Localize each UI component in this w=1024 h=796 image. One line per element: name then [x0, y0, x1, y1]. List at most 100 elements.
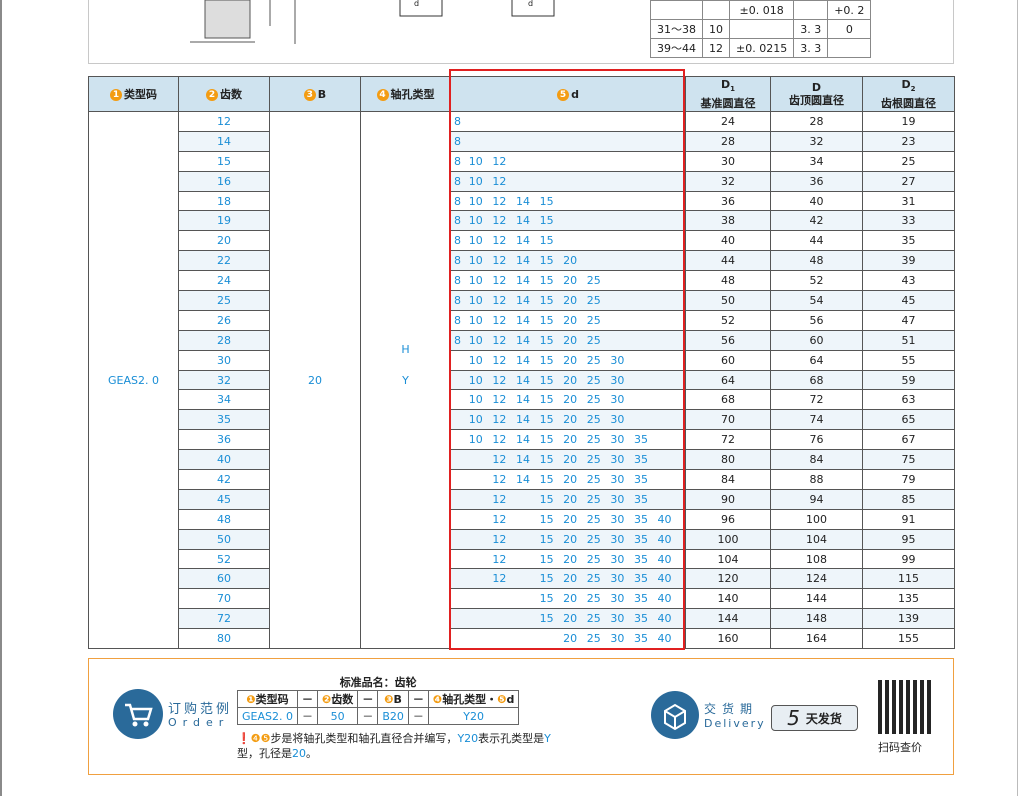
note-code: Y20: [457, 732, 479, 745]
diameter-d2-cell: 59: [862, 369, 955, 391]
tolerance-cell: 0: [827, 19, 872, 39]
teeth-cell: 80: [178, 628, 270, 650]
example-header-label: 齿数: [331, 693, 354, 706]
teeth-cell: 18: [178, 190, 270, 212]
diameter-d-cell: 56: [770, 309, 863, 331]
tolerance-cell: 31～38: [650, 19, 703, 39]
header-D: D 齿顶圆直径: [770, 76, 863, 112]
example-header-label: B: [393, 692, 402, 706]
teeth-cell: 30: [178, 349, 270, 371]
tolerance-cell: ±0. 0215: [728, 38, 795, 58]
diameter-d2-cell: 35: [862, 230, 955, 252]
header-label: 基准圆直径: [700, 96, 756, 110]
diameter-d2-cell: 33: [862, 210, 955, 232]
example-b-value: B20: [377, 707, 409, 725]
diameter-d1-cell: 36: [685, 190, 771, 212]
diameter-d2-cell: 95: [862, 528, 955, 550]
header-symbol: D: [901, 78, 911, 92]
diameter-d1-cell: 50: [685, 290, 771, 311]
tolerance-cell: [650, 0, 703, 20]
diameter-d1-cell: 40: [685, 230, 771, 252]
diameter-d1-cell: 144: [685, 608, 771, 630]
diameter-d1-cell: 84: [685, 469, 771, 490]
bore-drawing-h: [399, 0, 443, 17]
qr-label: 扫码查价: [878, 741, 922, 754]
teeth-cell: 12: [178, 111, 270, 132]
diameter-d2-cell: 25: [862, 150, 955, 172]
type-code-cell: GEAS2. 0: [88, 110, 179, 650]
diameter-d-cell: 100: [770, 508, 863, 530]
teeth-cell: 36: [178, 429, 270, 451]
diameter-d-cell: 84: [770, 449, 863, 471]
bore-type-y: Y: [402, 374, 409, 388]
tolerance-row: 39～44 12 ±0. 0215 3. 3: [650, 38, 872, 58]
example-type-value: GEAS2. 0: [237, 707, 298, 725]
separator: －: [296, 707, 318, 725]
warning-icon: ❗: [237, 732, 251, 745]
diameter-d1-cell: 68: [685, 389, 771, 411]
diameter-d2-cell: 67: [862, 429, 955, 451]
diameter-d1-cell: 28: [685, 130, 771, 152]
separator: －: [357, 690, 379, 708]
header-type-code: 1 类型码: [88, 76, 179, 112]
qr-code-icon[interactable]: [878, 680, 932, 734]
tolerance-cell: [702, 0, 730, 20]
diameter-d1-cell: 140: [685, 588, 771, 610]
diameter-d-cell: 72: [770, 389, 863, 411]
diameter-d-cell: 104: [770, 528, 863, 550]
header-label: 轴孔类型: [390, 88, 435, 101]
delivery-days-badge: 5 天发货: [771, 705, 858, 731]
delivery-days: 5: [787, 706, 800, 730]
diameter-d-cell: 54: [770, 290, 863, 311]
diameter-d-cell: 74: [770, 409, 863, 431]
diameter-d-cell: 68: [770, 369, 863, 391]
diameter-d-cell: 108: [770, 548, 863, 570]
header-b: 3B: [269, 76, 361, 112]
teeth-cell: 40: [178, 449, 270, 471]
tolerance-table: ±0. 018 +0. 2 31～38 10 3. 3 0 39～44 12 ±0. 0215 3…: [650, 0, 872, 58]
header-label: 齿根圆直径: [881, 96, 936, 110]
example-header-b: ❸B: [377, 690, 409, 708]
diameter-d2-cell: 91: [862, 508, 955, 530]
diameter-d2-cell: 51: [862, 329, 955, 351]
bore-h-label: d: [414, 0, 420, 8]
teeth-cell: 28: [178, 329, 270, 351]
diameter-d2-cell: 47: [862, 309, 955, 331]
example-header-type: ❶类型码: [237, 690, 298, 708]
teeth-cell: 25: [178, 290, 270, 311]
diameter-d2-cell: 115: [862, 568, 955, 590]
diameter-d2-cell: 31: [862, 190, 955, 212]
header-d2: D2 齿根圆直径: [862, 76, 955, 112]
diameter-d1-cell: 32: [685, 170, 771, 192]
diameter-d-cell: 36: [770, 170, 863, 192]
diameter-d2-cell: 27: [862, 170, 955, 192]
diameter-d-cell: 76: [770, 429, 863, 451]
header-label: 类型码: [124, 88, 157, 101]
example-header-label: d: [506, 693, 515, 706]
diameter-d1-cell: 56: [685, 329, 771, 351]
circle-number-2: 2: [206, 89, 218, 101]
teeth-cell: 14: [178, 130, 270, 152]
teeth-cell: 45: [178, 488, 270, 510]
tolerance-cell: [793, 0, 829, 20]
note-text: 型，孔径是: [237, 747, 292, 760]
diameter-d1-cell: 120: [685, 568, 771, 590]
diameter-d2-cell: 135: [862, 588, 955, 610]
tolerance-cell: 39～44: [650, 38, 703, 58]
diameter-d-cell: 164: [770, 628, 863, 650]
diameter-d-cell: 144: [770, 588, 863, 610]
diameter-d1-cell: 100: [685, 528, 771, 550]
header-d1: D1 基准圆直径: [685, 76, 771, 112]
header-bore-type: 4 轴孔类型: [360, 76, 451, 112]
bore-drawing-y: [511, 0, 555, 17]
tolerance-row: ±0. 018 +0. 2: [650, 0, 872, 20]
diameter-d1-cell: 44: [685, 250, 771, 272]
example-header-label: 类型码: [255, 693, 289, 706]
header-label: 齿顶圆直径: [789, 94, 844, 107]
teeth-cell: 22: [178, 250, 270, 272]
diameter-d1-cell: 80: [685, 449, 771, 471]
tolerance-cell: +0. 2: [827, 0, 872, 20]
diameter-d1-cell: 96: [685, 508, 771, 530]
d-column-highlight: [449, 69, 685, 650]
diameter-d2-cell: 45: [862, 290, 955, 311]
